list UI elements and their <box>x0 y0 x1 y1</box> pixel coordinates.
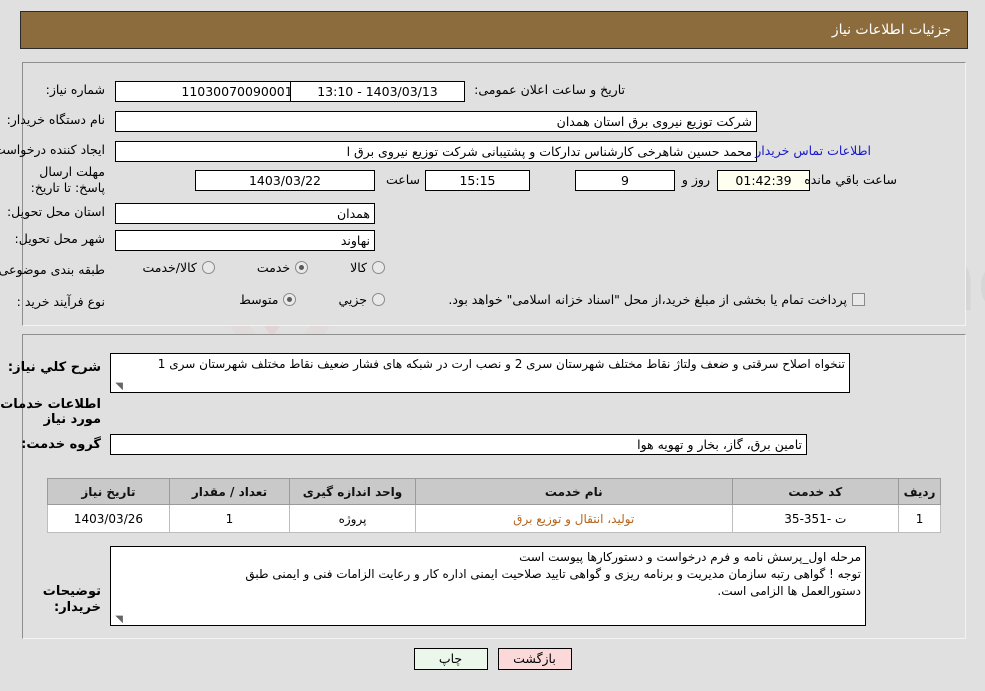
buyer-notes-line-1: مرحله اول_پرسش نامه و فرم درخواست و دستو… <box>519 550 861 564</box>
page-header: جزئیات اطلاعات نیاز <box>20 11 968 49</box>
radio-icon[interactable] <box>372 261 385 274</box>
services-section-title: اطلاعات خدمات مورد نیاز <box>0 397 101 427</box>
creator-field[interactable]: محمد حسین شاهرخی کارشناس تدارکات و پشتیب… <box>115 141 757 162</box>
province-label: استان محل تحویل: <box>6 204 105 219</box>
cell-quantity: 1 <box>168 504 291 533</box>
process-option-label: متوسط <box>239 292 279 307</box>
buyer-notes-textarea[interactable]: مرحله اول_پرسش نامه و فرم درخواست و دستو… <box>110 546 866 626</box>
table-header-row: ردیف کد خدمت نام خدمت واحد اندازه گیری ت… <box>47 478 941 505</box>
category-option-goods-service[interactable]: کالا/خدمت <box>142 260 215 275</box>
column-header-quantity: تعداد / مقدار <box>168 478 291 505</box>
buyer-notes-label: توضیحات خریدار: <box>42 584 101 616</box>
remaining-days-field[interactable]: 9 <box>575 170 675 191</box>
public-announce-label: تاریخ و ساعت اعلان عمومی: <box>474 82 625 97</box>
radio-icon[interactable] <box>201 261 215 274</box>
need-number-label: شماره نیاز: <box>45 82 105 97</box>
days-label: روز و <box>681 172 710 187</box>
description-label: شرح کلي نياز: <box>7 360 101 375</box>
page-root: AriaTender.net جزئیات اطلاعات نیاز شماره… <box>0 0 985 691</box>
treasury-document-checkbox[interactable]: پرداخت تمام یا بخشی از مبلغ خرید،از محل … <box>448 292 865 307</box>
radio-icon[interactable] <box>295 261 309 274</box>
province-field[interactable]: همدان <box>115 203 375 224</box>
buyer-contact-link[interactable]: اطلاعات تماس خریدار <box>755 143 871 158</box>
category-option-goods[interactable]: کالا <box>350 260 385 275</box>
resize-grip-icon[interactable]: ◥ <box>113 382 123 392</box>
radio-icon[interactable] <box>372 293 385 306</box>
description-text: تنخواه اصلاح سرقتی و ضعف ولتاژ نقاط مختل… <box>157 357 845 371</box>
cell-need-date: 1403/03/26 <box>47 504 170 533</box>
column-header-code: کد خدمت <box>731 478 900 505</box>
description-textarea[interactable]: تنخواه اصلاح سرقتی و ضعف ولتاژ نقاط مختل… <box>110 353 850 393</box>
column-header-unit: واحد اندازه گیری <box>289 478 416 505</box>
countdown-field: 01:42:39 <box>717 170 810 191</box>
process-option-minor[interactable]: جزيي <box>338 292 385 307</box>
buyer-notes-line-2: توجه ! گواهی رتبه سازمان مدیریت و برنامه… <box>245 567 861 581</box>
resize-grip-icon[interactable]: ◥ <box>113 615 123 625</box>
print-button[interactable]: چاپ <box>413 648 488 670</box>
column-header-name: نام خدمت <box>414 478 733 505</box>
hour-label: ساعت <box>385 172 420 187</box>
table-row[interactable]: 1 ت -351-35 تولید، انتقال و توزیع برق پر… <box>47 504 941 533</box>
process-label: نوع فرآیند خرید : <box>16 294 105 309</box>
column-header-date: تاریخ نیاز <box>47 478 170 505</box>
cell-name: تولید، انتقال و توزیع برق <box>414 504 733 533</box>
cell-code: ت -351-35 <box>731 504 900 533</box>
checkbox-icon[interactable] <box>852 293 865 306</box>
buyer-notes-line-3: دستورالعمل ها الزامی است. <box>717 584 861 598</box>
deadline-date-field[interactable]: 1403/03/22 <box>195 170 375 191</box>
category-option-label: کالا/خدمت <box>142 260 197 275</box>
deadline-label: مهلت ارسال پاسخ: تا تاریخ: <box>30 164 105 195</box>
process-option-medium[interactable]: متوسط <box>239 292 297 307</box>
process-option-label: جزيي <box>338 292 367 307</box>
buyer-org-label: نام دستگاه خریدار: <box>6 112 105 127</box>
treasury-document-label: پرداخت تمام یا بخشی از مبلغ خرید،از محل … <box>448 292 847 307</box>
action-buttons: بازگشت چاپ <box>0 648 985 670</box>
category-option-label: کالا <box>350 260 367 275</box>
back-button[interactable]: بازگشت <box>497 648 572 670</box>
deadline-time-field[interactable]: 15:15 <box>425 170 530 191</box>
cell-unit: پروژه <box>289 504 416 533</box>
remaining-hours-label: ساعت باقي مانده <box>804 172 897 187</box>
service-group-field[interactable]: تامین برق، گاز، بخار و تهویه هوا <box>110 434 807 455</box>
category-option-label: خدمت <box>256 260 291 275</box>
category-option-service[interactable]: خدمت <box>256 260 309 275</box>
creator-label: ایجاد کننده درخواست: <box>0 142 105 157</box>
services-table: ردیف کد خدمت نام خدمت واحد اندازه گیری ت… <box>47 478 941 533</box>
category-label: طبقه بندی موضوعی: <box>0 262 105 277</box>
buyer-org-field[interactable]: شرکت توزیع نیروی برق استان همدان <box>115 111 757 132</box>
city-label: شهر محل تحویل: <box>14 231 105 246</box>
column-header-index: ردیف <box>898 478 941 505</box>
cell-index: 1 <box>898 504 941 533</box>
service-group-label: گروه خدمت: <box>21 437 101 452</box>
public-announce-field[interactable]: 1403/03/13 - 13:10 <box>290 81 465 102</box>
city-field[interactable]: نهاوند <box>115 230 375 251</box>
page-title: جزئیات اطلاعات نیاز <box>831 22 951 38</box>
radio-icon[interactable] <box>283 293 297 306</box>
